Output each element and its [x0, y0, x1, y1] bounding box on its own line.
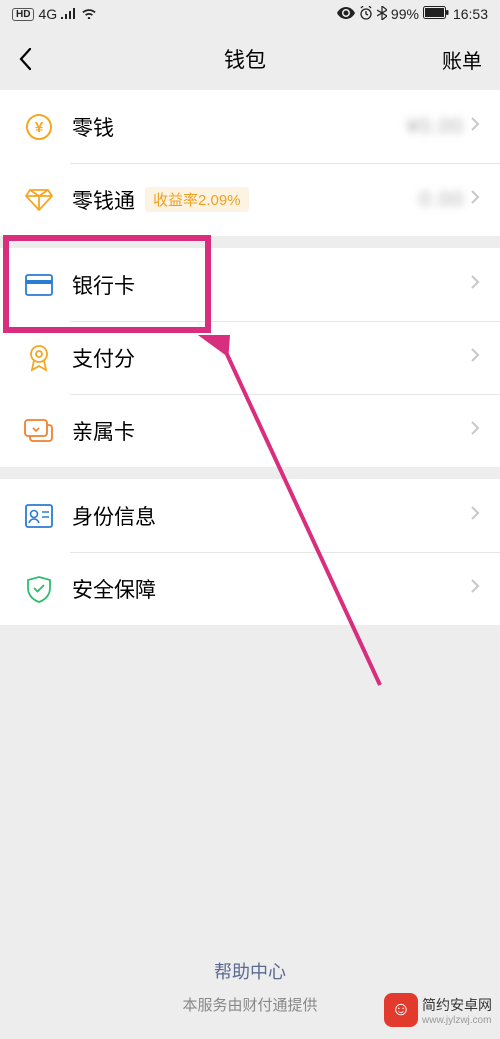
balance-item[interactable]: ¥ 零钱 ¥0.00 [0, 90, 500, 163]
hd-indicator: HD [12, 8, 34, 21]
yield-tag: 收益率2.09% [145, 187, 249, 212]
network-indicator: 4G [38, 6, 57, 22]
header: 钱包 账单 [0, 28, 500, 90]
help-link[interactable]: 帮助中心 [0, 958, 500, 984]
family-card-item[interactable]: 亲属卡 [0, 394, 500, 467]
bluetooth-icon [377, 6, 387, 23]
balance-plus-value: 0.00 [419, 188, 464, 212]
battery-pct: 99% [391, 6, 419, 22]
page-title: 钱包 [224, 44, 266, 74]
back-button[interactable] [18, 47, 48, 71]
diamond-icon [24, 185, 54, 215]
bills-button[interactable]: 账单 [442, 45, 482, 74]
watermark-url: www.jylzwj.com [422, 1015, 492, 1026]
badge-icon [24, 343, 54, 373]
chevron-right-icon [470, 420, 480, 441]
alarm-icon [359, 6, 373, 23]
balance-plus-item[interactable]: 零钱通 收益率2.09% 0.00 [0, 163, 500, 236]
balance-value: ¥0.00 [406, 115, 464, 139]
battery-icon [423, 6, 449, 22]
chevron-right-icon [470, 116, 480, 137]
back-icon [18, 47, 32, 71]
wifi-icon [81, 6, 97, 22]
chevron-right-icon [470, 578, 480, 599]
bank-card-item[interactable]: 银行卡 [0, 248, 500, 321]
watermark-icon: ☺ [384, 993, 418, 1027]
coin-icon: ¥ [24, 112, 54, 142]
watermark: ☺ 简约安卓网 www.jylzwj.com [384, 993, 492, 1027]
balance-label: 零钱 [72, 112, 114, 142]
status-right: 99% 16:53 [337, 6, 488, 23]
shield-icon [24, 574, 54, 604]
signal-icon [61, 6, 77, 22]
status-time: 16:53 [453, 6, 488, 22]
status-bar: HD 4G 99% 16:53 [0, 0, 500, 28]
identity-label: 身份信息 [72, 501, 156, 531]
watermark-brand: 简约安卓网 [422, 995, 492, 1015]
wallet-section-2: 银行卡 支付分 亲属卡 [0, 248, 500, 467]
card-icon [24, 270, 54, 300]
chevron-right-icon [470, 505, 480, 526]
family-card-label: 亲属卡 [72, 416, 135, 446]
balance-plus-label: 零钱通 [72, 185, 135, 215]
wallet-section-1: ¥ 零钱 ¥0.00 零钱通 收益率2.09% 0.00 [0, 90, 500, 236]
chevron-right-icon [470, 189, 480, 210]
status-left: HD 4G [12, 6, 97, 22]
security-item[interactable]: 安全保障 [0, 552, 500, 625]
eye-icon [337, 6, 355, 22]
wallet-section-3: 身份信息 安全保障 [0, 479, 500, 625]
identity-item[interactable]: 身份信息 [0, 479, 500, 552]
pay-score-label: 支付分 [72, 343, 135, 373]
family-card-icon [24, 416, 54, 446]
svg-text:¥: ¥ [35, 119, 44, 136]
security-label: 安全保障 [72, 574, 156, 604]
chevron-right-icon [470, 347, 480, 368]
bank-card-label: 银行卡 [72, 270, 135, 300]
id-icon [24, 501, 54, 531]
pay-score-item[interactable]: 支付分 [0, 321, 500, 394]
chevron-right-icon [470, 274, 480, 295]
